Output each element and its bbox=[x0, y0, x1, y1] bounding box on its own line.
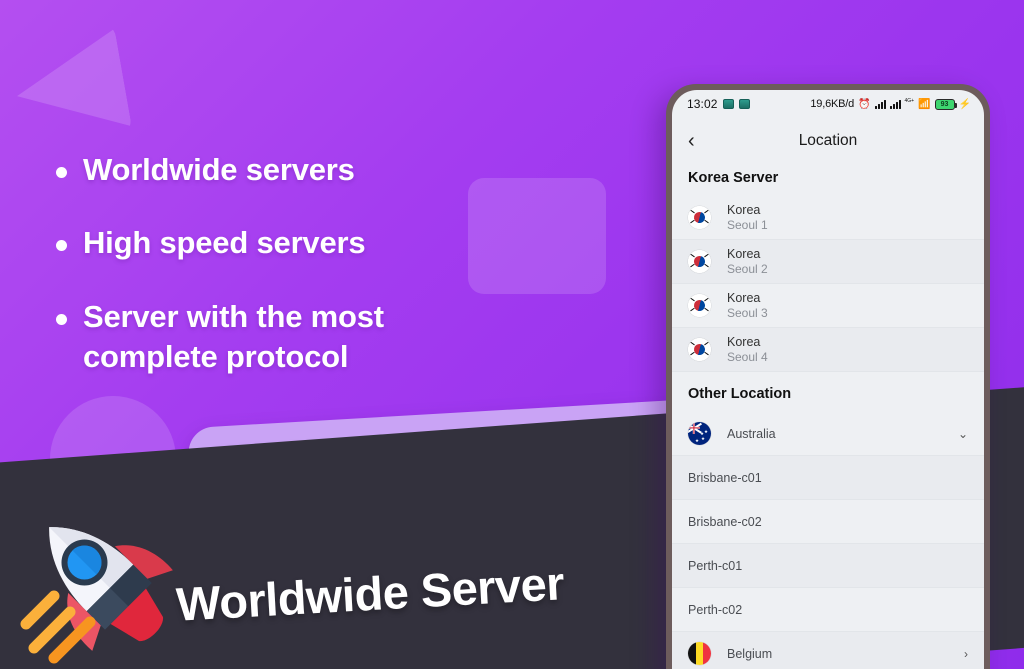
chevron-down-icon[interactable]: ⌄ bbox=[958, 427, 968, 441]
app-bar-title: Location bbox=[798, 132, 858, 149]
list-item[interactable]: Korea Seoul 3 bbox=[672, 284, 984, 328]
battery-icon: 93 bbox=[934, 98, 957, 110]
list-item-title: Perth-c01 bbox=[688, 558, 743, 573]
bullet-item: Server with the most complete protocol bbox=[56, 297, 616, 378]
korea-flag-icon bbox=[688, 294, 711, 317]
list-item[interactable]: Korea Seoul 2 bbox=[672, 240, 984, 284]
network-label: 4G+ bbox=[904, 98, 915, 104]
list-item[interactable]: Brisbane-c02 bbox=[672, 500, 984, 544]
battery-percent: 93 bbox=[940, 100, 949, 108]
signal-icon bbox=[874, 99, 886, 109]
status-bar: 13:02 19,6KB/d ⏰ 4G+ 📶 93 ⚡ bbox=[672, 90, 984, 118]
bullet-dot-icon bbox=[56, 313, 67, 325]
bullet-dot-icon bbox=[56, 240, 67, 252]
bullet-text: High speed servers bbox=[83, 225, 366, 261]
list-item-title: Korea bbox=[727, 290, 761, 305]
notification-icon bbox=[722, 99, 734, 109]
list-item-title: Brisbane-c02 bbox=[688, 514, 762, 529]
wifi-icon: 📶 bbox=[918, 98, 931, 110]
location-list[interactable]: Korea Server Korea Seoul 1 Korea Seoul 2… bbox=[672, 164, 984, 669]
chevron-right-icon[interactable]: › bbox=[964, 647, 968, 661]
list-item-australia[interactable]: ★ ★ ★ ★ Australia ⌄ bbox=[672, 412, 984, 456]
promo-banner: Worldwide servers High speed servers Ser… bbox=[0, 0, 1024, 669]
signal-icon bbox=[889, 99, 901, 109]
list-item[interactable]: Brisbane-c01 bbox=[672, 456, 984, 500]
list-item-title: Australia bbox=[727, 426, 776, 441]
list-item-title: Brisbane-c01 bbox=[688, 470, 762, 485]
app-bar: ‹ Location bbox=[672, 118, 984, 164]
list-item-title: Korea bbox=[727, 246, 761, 261]
rocket-icon bbox=[20, 527, 173, 664]
bullet-text: Worldwide servers bbox=[83, 152, 355, 187]
list-item[interactable]: Perth-c01 bbox=[672, 544, 984, 588]
phone-screen: 13:02 19,6KB/d ⏰ 4G+ 📶 93 ⚡ ‹ Location K… bbox=[672, 90, 984, 669]
korea-flag-icon bbox=[688, 250, 711, 273]
notification-icon bbox=[738, 99, 750, 109]
list-item-subtitle: Seoul 2 bbox=[727, 261, 768, 276]
alarm-icon: ⏰ bbox=[858, 98, 871, 110]
phone-mockup: 13:02 19,6KB/d ⏰ 4G+ 📶 93 ⚡ ‹ Location K… bbox=[666, 84, 990, 669]
back-button[interactable]: ‹ bbox=[688, 131, 714, 151]
bullet-dot-icon bbox=[56, 167, 67, 178]
list-item-title: Korea bbox=[727, 202, 761, 217]
status-time: 13:02 bbox=[687, 97, 718, 111]
status-data-rate: 19,6KB/d bbox=[810, 98, 855, 110]
list-item-subtitle: Seoul 1 bbox=[727, 217, 768, 232]
belgium-flag-icon bbox=[688, 642, 711, 665]
list-item-title: Belgium bbox=[727, 646, 773, 661]
feature-bullet-list: Worldwide servers High speed servers Ser… bbox=[56, 150, 616, 410]
bullet-item: Worldwide servers bbox=[56, 150, 616, 190]
list-item[interactable]: Perth-c02 bbox=[672, 588, 984, 632]
charging-icon: ⚡ bbox=[958, 98, 971, 110]
list-item-title: Perth-c02 bbox=[688, 602, 743, 617]
section-title-other: Other Location bbox=[688, 386, 792, 402]
list-item-subtitle: Seoul 4 bbox=[727, 349, 768, 364]
list-item-belgium[interactable]: Belgium › bbox=[672, 632, 984, 669]
list-item[interactable]: Korea Seoul 4 bbox=[672, 328, 984, 372]
list-item-title: Korea bbox=[727, 334, 761, 349]
bullet-item: High speed servers bbox=[56, 223, 616, 263]
list-item[interactable]: Korea Seoul 1 bbox=[672, 196, 984, 240]
bullet-text: Server with the most complete protocol bbox=[83, 298, 384, 374]
korea-flag-icon bbox=[688, 206, 711, 229]
korea-flag-icon bbox=[688, 338, 711, 361]
list-item-subtitle: Seoul 3 bbox=[727, 305, 768, 320]
australia-flag-icon: ★ ★ ★ ★ bbox=[688, 422, 711, 445]
section-title-korea: Korea Server bbox=[688, 170, 779, 186]
